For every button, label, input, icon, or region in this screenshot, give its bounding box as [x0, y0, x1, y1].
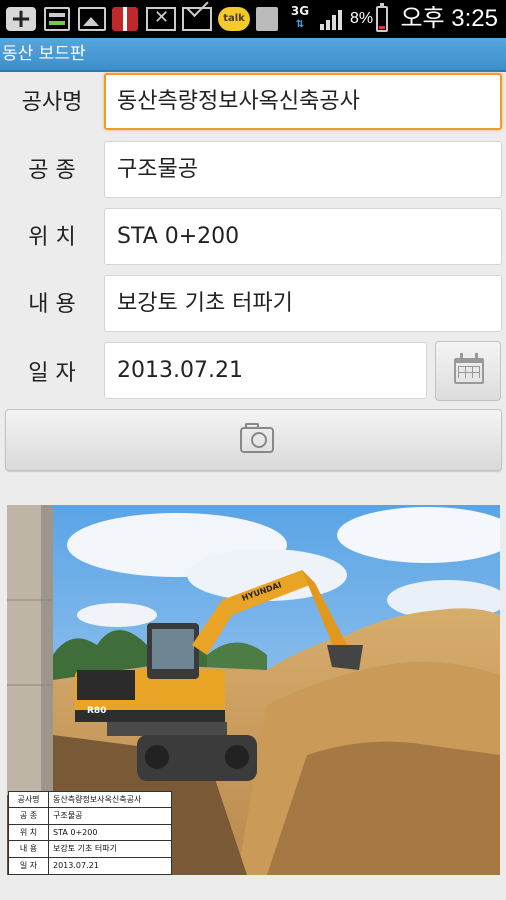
battery-icon: [376, 3, 388, 32]
work-type-label: 공 종: [28, 158, 76, 183]
gift-icon: [112, 7, 138, 31]
project-name-field[interactable]: 동산측량정보사옥신축공사: [104, 73, 502, 130]
board-row: 내 용 보강토 기초 터파기: [9, 841, 171, 858]
kakaotalk-icon: talk: [218, 7, 250, 31]
mail-error-icon: [146, 7, 176, 31]
storage-bars-icon: [44, 7, 70, 31]
excavator-model: R80: [87, 706, 106, 716]
work-type-field[interactable]: 구조물공: [104, 141, 502, 198]
board-row: 공사명 동산측량정보사옥신축공사: [9, 792, 171, 809]
network-type-label: 3G: [290, 4, 310, 18]
app-title: 동산 보드판: [2, 44, 86, 64]
photo-preview: R80 HYUNDAI 공사명 동산측량정보사옥신축공사 공 종 구조물공 위 …: [7, 505, 500, 875]
board-label: 위 치: [9, 824, 49, 841]
board-value: STA 0+200: [53, 827, 98, 837]
clock: 오후 3:25: [400, 5, 498, 32]
calendar-icon: [454, 353, 484, 384]
date-field[interactable]: 2013.07.21: [104, 342, 427, 399]
date-label: 일 자: [28, 361, 76, 386]
title-bar: 동산 보드판: [0, 38, 506, 72]
project-name-label: 공사명: [21, 90, 83, 115]
content-field[interactable]: 보강토 기초 터파기: [104, 275, 502, 332]
sd-card-icon: [256, 7, 278, 31]
board-label: 공 종: [9, 808, 49, 824]
location-label: 위 치: [28, 225, 76, 250]
location-field[interactable]: STA 0+200: [104, 208, 502, 265]
gallery-icon: [78, 7, 106, 31]
mail-check-icon: [182, 7, 212, 31]
board-row: 공 종 구조물공: [9, 808, 171, 825]
board-row: 일 자 2013.07.21: [9, 857, 171, 874]
photo-info-board: 공사명 동산측량정보사옥신축공사 공 종 구조물공 위 치 STA 0+200 …: [8, 791, 172, 875]
battery-percent: 8%: [350, 10, 374, 27]
calendar-button[interactable]: [435, 341, 501, 401]
board-label: 일 자: [9, 857, 49, 874]
board-row: 위 치 STA 0+200: [9, 824, 171, 842]
signal-icon: [320, 8, 346, 30]
camera-icon: [240, 423, 274, 453]
take-photo-button[interactable]: [5, 409, 502, 471]
network-type-icon: 3G ⇅: [290, 4, 310, 30]
board-value: 동산측량정보사옥신축공사: [53, 795, 142, 804]
board-label: 공사명: [9, 792, 49, 808]
board-label: 내 용: [9, 841, 49, 857]
board-value: 보강토 기초 터파기: [53, 844, 117, 854]
add-icon: +: [6, 6, 36, 32]
board-value: 구조물공: [53, 811, 83, 821]
status-bar: + talk 3G⇅ 8% 오후 3:25: [0, 0, 506, 38]
board-value: 2013.07.21: [53, 860, 99, 870]
content-label: 내 용: [28, 292, 76, 317]
